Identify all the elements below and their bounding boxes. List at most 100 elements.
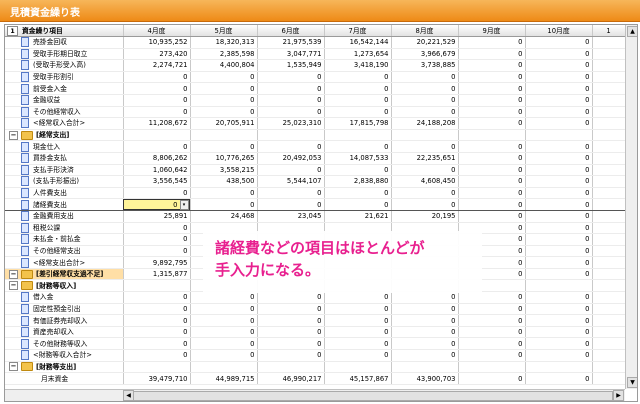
table-row[interactable]: 売掛金回収 10,935,252 18,320,313 21,975,539 16,54… — [5, 36, 626, 49]
value-cell[interactable]: 0 — [458, 372, 526, 385]
value-cell[interactable]: 0 — [391, 82, 459, 95]
vertical-scrollbar[interactable]: ▲ ▼ — [625, 25, 637, 389]
value-cell[interactable]: 2,385,598 — [190, 48, 258, 61]
value-cell[interactable] — [257, 129, 325, 142]
value-cell[interactable]: 0 — [458, 210, 526, 223]
item-name-cell[interactable]: 受取手形割引 — [5, 71, 124, 84]
value-cell[interactable]: 0 — [458, 337, 526, 351]
value-cell[interactable]: 1,060,642 — [123, 164, 191, 177]
item-name-cell[interactable]: 月末資金 — [5, 372, 124, 385]
value-cell[interactable]: 0 — [458, 175, 526, 188]
value-cell[interactable]: 0 — [257, 349, 325, 362]
item-name-cell[interactable]: 買掛金支払 — [5, 152, 124, 165]
value-cell[interactable]: 0 — [257, 187, 325, 200]
header-month[interactable]: 7月度 — [324, 25, 392, 37]
value-cell[interactable]: 0 — [458, 36, 526, 49]
item-name-cell[interactable]: <経常収入合計> — [5, 117, 124, 130]
value-cell[interactable]: 0 — [324, 291, 392, 304]
value-cell[interactable]: 0 — [391, 291, 459, 304]
header-item-column[interactable]: 1 資金繰り項目 — [5, 25, 124, 37]
value-cell[interactable]: 0 — [324, 187, 392, 200]
value-cell[interactable]: 0 — [391, 164, 459, 177]
value-cell[interactable]: 0 — [525, 326, 593, 339]
item-name-cell[interactable]: − [財務等支出] — [5, 361, 124, 374]
value-cell[interactable] — [324, 129, 392, 142]
collapse-toggle-icon[interactable]: − — [9, 269, 18, 279]
value-cell[interactable] — [324, 361, 392, 374]
collapse-toggle-icon[interactable]: − — [9, 362, 18, 372]
value-cell[interactable]: 11,208,672 — [123, 117, 191, 130]
value-cell[interactable]: 5,544,107 — [257, 175, 325, 188]
value-cell[interactable] — [525, 361, 593, 374]
value-cell[interactable]: 0 — [525, 187, 593, 200]
value-cell[interactable]: 0 — [123, 71, 191, 84]
collapse-toggle-icon[interactable]: − — [9, 130, 18, 140]
value-cell[interactable]: 0 — [458, 48, 526, 61]
value-cell[interactable]: 0 — [190, 326, 258, 339]
value-cell[interactable]: 0 — [458, 164, 526, 177]
table-row[interactable]: その他財務等収入 0 0 0 0 0 0 0 — [5, 337, 626, 351]
item-name-cell[interactable]: 売掛金回収 — [5, 36, 124, 49]
value-cell[interactable]: 0 — [257, 326, 325, 339]
value-cell[interactable]: 0 — [324, 164, 392, 177]
table-row[interactable]: 現金仕入 0 0 0 0 0 0 0 — [5, 140, 626, 153]
value-cell[interactable]: 1,315,877 — [123, 268, 191, 281]
value-cell[interactable]: 0 — [525, 372, 593, 385]
table-row[interactable]: 固定性預金引出 0 0 0 0 0 0 0 — [5, 303, 626, 316]
value-cell[interactable]: 0 — [324, 106, 392, 119]
table-row[interactable]: (支払手形振出) 3,556,545 438,500 5,544,107 2,838,8… — [5, 175, 626, 188]
category-row[interactable]: − [経常支出] — [5, 129, 626, 142]
item-name-cell[interactable]: その他経常収入 — [5, 106, 124, 119]
item-name-cell[interactable]: 固定性預金引出 — [5, 303, 124, 316]
value-cell[interactable]: 0 — [525, 117, 593, 130]
value-cell[interactable]: 0 — [257, 314, 325, 327]
item-name-cell[interactable]: 諸経費支出 — [5, 198, 124, 211]
value-cell[interactable] — [525, 129, 593, 142]
header-month[interactable]: 10月度 — [525, 25, 593, 37]
value-cell[interactable] — [123, 361, 191, 374]
header-month[interactable]: 5月度 — [190, 25, 258, 37]
item-name-cell[interactable]: 有価証券売却収入 — [5, 314, 124, 327]
value-cell[interactable]: 21,621 — [324, 210, 392, 223]
table-row[interactable]: 受取手形期日取立 273,420 2,385,598 3,047,771 1,273,6… — [5, 48, 626, 61]
value-cell[interactable]: 3,418,190 — [324, 59, 392, 72]
value-cell[interactable]: 0 — [458, 117, 526, 130]
value-cell[interactable]: 0 — [257, 106, 325, 119]
value-cell[interactable]: 0 — [391, 314, 459, 327]
value-cell[interactable]: 0 — [123, 314, 191, 327]
value-cell[interactable]: 0 — [525, 82, 593, 95]
value-cell[interactable]: 14,087,533 — [324, 152, 392, 165]
value-cell[interactable]: 39,479,710 — [123, 372, 191, 385]
scroll-right-arrow-icon[interactable]: ▶ — [613, 390, 624, 401]
header-month[interactable]: 1 — [592, 25, 626, 37]
value-cell[interactable]: 20,705,911 — [190, 117, 258, 130]
value-cell[interactable]: 0 — [458, 326, 526, 339]
item-name-cell[interactable]: 金融収益 — [5, 94, 124, 107]
value-cell[interactable]: 0 — [525, 152, 593, 165]
item-name-cell[interactable]: 租税公課 — [5, 222, 124, 235]
value-cell[interactable]: 0 — [458, 82, 526, 95]
horizontal-scroll-thumb[interactable] — [133, 391, 613, 401]
item-name-cell[interactable]: その他財務等収入 — [5, 337, 124, 351]
value-cell[interactable]: 0 — [458, 291, 526, 304]
value-cell[interactable]: 3,966,679 — [391, 48, 459, 61]
value-cell[interactable] — [525, 279, 593, 293]
total-row[interactable]: 月末資金 39,479,710 44,989,715 46,990,217 45,157… — [5, 372, 626, 385]
value-cell[interactable]: 0 — [391, 71, 459, 84]
horizontal-scrollbar[interactable]: ◀ ▶ — [5, 389, 625, 401]
value-cell[interactable]: 0 — [257, 164, 325, 177]
value-cell[interactable]: 16,542,144 — [324, 36, 392, 49]
item-name-cell[interactable]: 人件費支出 — [5, 187, 124, 200]
value-cell[interactable]: 0 — [123, 187, 191, 200]
value-cell[interactable]: 45,157,867 — [324, 372, 392, 385]
value-cell[interactable]: 0 — [257, 291, 325, 304]
value-cell[interactable]: 0 — [123, 222, 191, 235]
table-row[interactable]: 金融収益 0 0 0 0 0 0 0 — [5, 94, 626, 107]
value-cell[interactable]: 0 — [391, 106, 459, 119]
value-cell[interactable]: 0 — [525, 268, 593, 281]
value-cell[interactable] — [123, 129, 191, 142]
value-cell[interactable]: 8,806,262 — [123, 152, 191, 165]
value-cell[interactable] — [391, 129, 459, 142]
value-cell[interactable] — [391, 361, 459, 374]
value-cell[interactable]: 0 — [525, 349, 593, 362]
